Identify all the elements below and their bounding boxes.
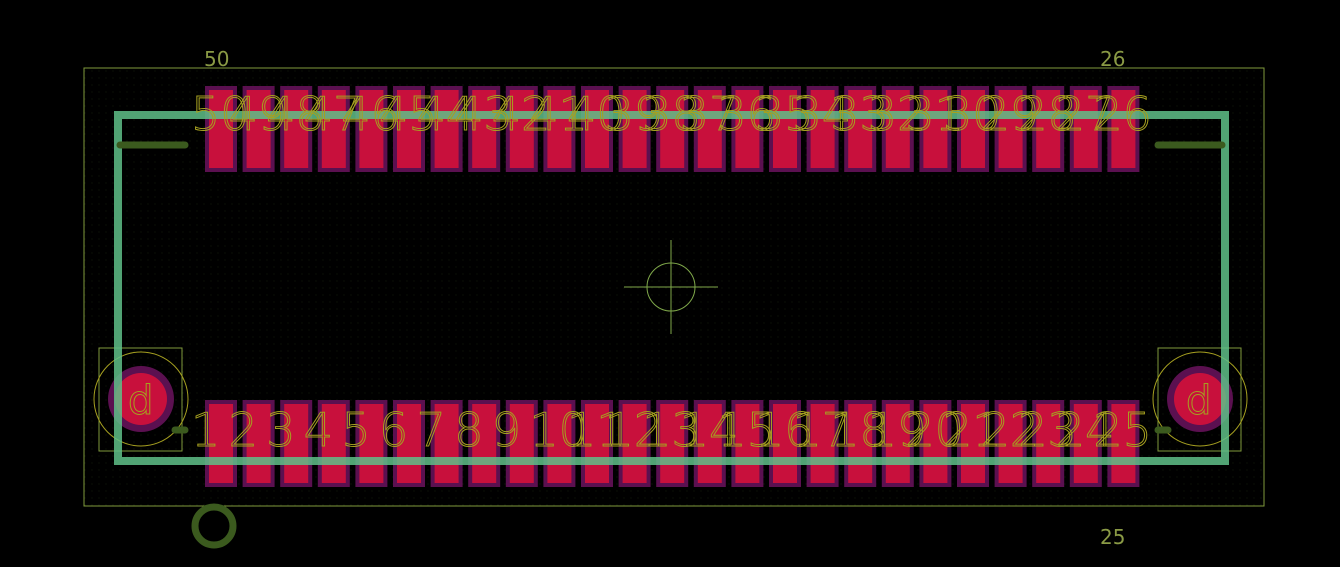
top-pin-number-row: 5049484746454443424140393837363534333231… — [191, 87, 1153, 142]
bottom-pin-number: 1 — [191, 403, 220, 457]
corner-label-top-left: 50 — [204, 47, 229, 71]
pin1-marker-icon — [191, 503, 237, 549]
bottom-pin-number: 7 — [417, 403, 446, 457]
left-mounting-pad-label: d — [128, 378, 153, 424]
bottom-pin-number: 5 — [341, 403, 370, 457]
pcb-footprint-canvas: 5049484746454443424140393837363534333231… — [83, 47, 1265, 549]
bottom-pin-number: 8 — [454, 403, 483, 457]
bottom-pin-number: 2 — [229, 403, 258, 457]
corner-label-top-right: 26 — [1100, 47, 1125, 71]
top-pin-number: 26 — [1093, 87, 1152, 141]
bottom-pin-number: 9 — [492, 403, 521, 457]
corner-label-bottom-right: 25 — [1100, 525, 1125, 549]
bottom-pin-number: 25 — [1093, 403, 1152, 457]
bottom-pin-number: 3 — [266, 403, 295, 457]
right-mounting-pad-label: d — [1186, 378, 1211, 424]
bottom-pin-number: 6 — [379, 403, 408, 457]
bottom-pin-number: 4 — [304, 403, 333, 457]
